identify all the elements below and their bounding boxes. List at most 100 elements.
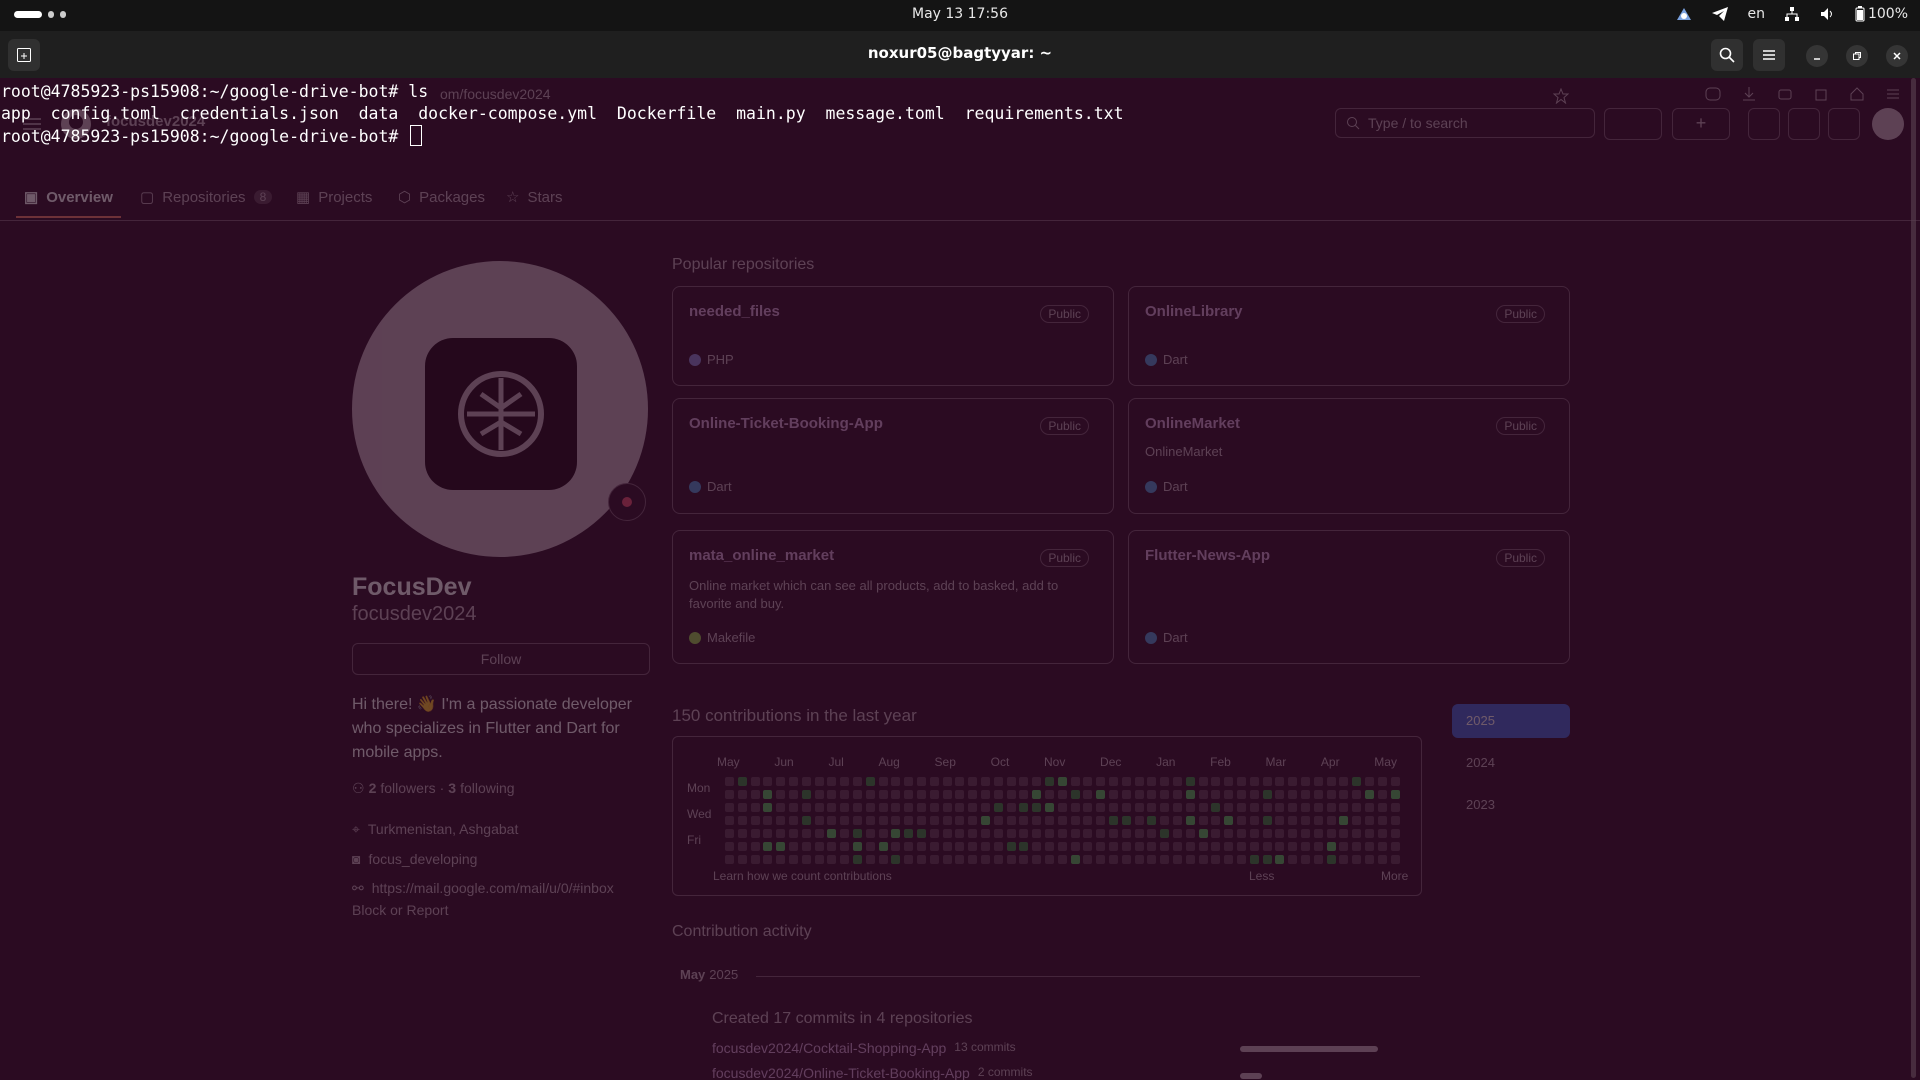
contribution-cell <box>929 777 939 786</box>
contribution-cell <box>1057 842 1067 851</box>
contribution-cell <box>981 855 990 864</box>
contribution-cell <box>1365 777 1374 786</box>
contribution-cell <box>1173 803 1182 812</box>
repo-card: mata_online_market Public Online market w… <box>672 530 1114 664</box>
activity-summary: Created 17 commits in 4 repositories <box>712 1010 973 1027</box>
contribution-cell <box>1070 816 1080 825</box>
contribution-cell <box>1160 816 1170 825</box>
contribution-cell <box>1070 829 1080 838</box>
contribution-cell <box>801 803 811 812</box>
contribution-cell <box>1249 803 1259 812</box>
battery-indicator[interactable]: 100% <box>1855 6 1908 22</box>
contribution-cell <box>1198 855 1208 864</box>
tab-projects: ▦ Projects <box>296 188 373 207</box>
contribution-cell <box>917 855 926 864</box>
contribution-cell <box>929 842 939 851</box>
contribution-cell <box>891 777 901 786</box>
contribution-cell <box>917 842 926 851</box>
contribution-cell <box>1313 829 1323 838</box>
contribution-cell <box>1211 829 1221 838</box>
contribution-cell <box>955 829 965 838</box>
contribution-cell <box>1019 816 1029 825</box>
contribution-cell <box>1019 829 1029 838</box>
contribution-cell <box>1006 829 1016 838</box>
contribution-cell <box>1006 816 1016 825</box>
contribution-cell <box>1390 842 1400 851</box>
contribution-cell <box>1185 790 1195 799</box>
contribution-cell <box>789 816 798 825</box>
activity-month: May 2025 <box>680 967 739 982</box>
telegram-icon[interactable] <box>1711 5 1729 23</box>
contribution-cell <box>1211 803 1221 812</box>
contribution-cell <box>853 816 862 825</box>
contribution-cell <box>955 790 965 799</box>
contribution-graph: May Jun Jul Aug Sep Oct Nov Dec Jan Feb Mar Apr May … <box>672 736 1422 896</box>
contribution-cell <box>789 803 798 812</box>
popular-repos-title: Popular repositories <box>672 256 815 273</box>
keyboard-layout-indicator[interactable]: en <box>1747 6 1765 22</box>
contribution-cell <box>1224 790 1234 799</box>
contribution-cell <box>1249 777 1259 786</box>
contribution-cell <box>865 777 875 786</box>
activity-item: focusdev2024/Online-Ticket-Booking-App 2 … <box>712 1065 1033 1080</box>
contribution-cell <box>1352 777 1362 786</box>
link-icon: ⚯ <box>352 880 364 896</box>
system-tray[interactable]: en 100% <box>1675 5 1908 23</box>
contribution-cell <box>1224 803 1234 812</box>
volume-icon[interactable] <box>1819 5 1837 23</box>
repo-card: needed_files Public PHP <box>672 286 1114 386</box>
terminal-scrollbar[interactable] <box>1911 78 1916 1078</box>
contribution-cell <box>942 790 952 799</box>
contribution-cell <box>1019 855 1029 864</box>
contribution-cell <box>1185 829 1195 838</box>
contribution-cell <box>725 829 734 838</box>
contribution-cell <box>1224 842 1234 851</box>
contribution-cell <box>1185 803 1195 812</box>
contribution-cell <box>1198 790 1208 799</box>
clock[interactable]: May 13 17:56 <box>0 6 1920 22</box>
home-icon <box>1850 87 1864 101</box>
contribution-cell <box>1121 855 1131 864</box>
contribution-cell <box>776 790 786 799</box>
terminal-output[interactable]: root@4785923-ps15908:~/google-drive-bot#… <box>1 81 1124 148</box>
contribution-cell <box>1045 816 1054 825</box>
contribution-cell <box>789 790 798 799</box>
app-indicator-icon[interactable] <box>1675 5 1693 23</box>
contribution-cell <box>1160 803 1170 812</box>
contribution-cell <box>1006 855 1016 864</box>
contribution-cell <box>942 829 952 838</box>
contribution-cell <box>1262 855 1272 864</box>
contribution-cell <box>763 855 773 864</box>
contribution-cell <box>1339 816 1349 825</box>
contribution-cell <box>878 842 888 851</box>
restore-button[interactable] <box>1846 45 1868 67</box>
network-icon[interactable] <box>1783 5 1801 23</box>
contribution-cell <box>1045 790 1054 799</box>
terminal-area[interactable]: om/focusdev2024 focusdev2024 Type / to s… <box>0 78 1920 1080</box>
contribution-cell <box>1377 790 1387 799</box>
close-button[interactable] <box>1886 45 1908 67</box>
contribution-cell <box>1121 803 1131 812</box>
contribution-cell <box>1377 777 1387 786</box>
minimize-button[interactable] <box>1806 45 1828 67</box>
search-button[interactable] <box>1711 39 1743 71</box>
copilot-button <box>1604 108 1662 140</box>
contribution-cell <box>968 829 978 838</box>
contribution-cell <box>1249 816 1259 825</box>
contribution-cell <box>853 829 862 838</box>
profile-avatar <box>352 261 648 557</box>
terminal-line-prompt[interactable]: root@4785923-ps15908:~/google-drive-bot# <box>1 125 1124 148</box>
contribution-cell <box>814 816 824 825</box>
contribution-cell <box>737 803 747 812</box>
contribution-cell <box>993 842 1003 851</box>
activity-item: focusdev2024/Cocktail-Shopping-App 13 com… <box>712 1040 1016 1056</box>
year-2025: 2025 <box>1452 704 1570 738</box>
extension-icon <box>1778 89 1792 100</box>
contribution-cell <box>1019 842 1029 851</box>
contribution-cell <box>1390 829 1400 838</box>
background-browser-page: om/focusdev2024 focusdev2024 Type / to s… <box>0 78 1920 1080</box>
menu-button[interactable] <box>1753 39 1785 71</box>
contribution-cell <box>789 777 798 786</box>
contribution-cell <box>1301 829 1310 838</box>
contribution-cell <box>827 803 837 812</box>
